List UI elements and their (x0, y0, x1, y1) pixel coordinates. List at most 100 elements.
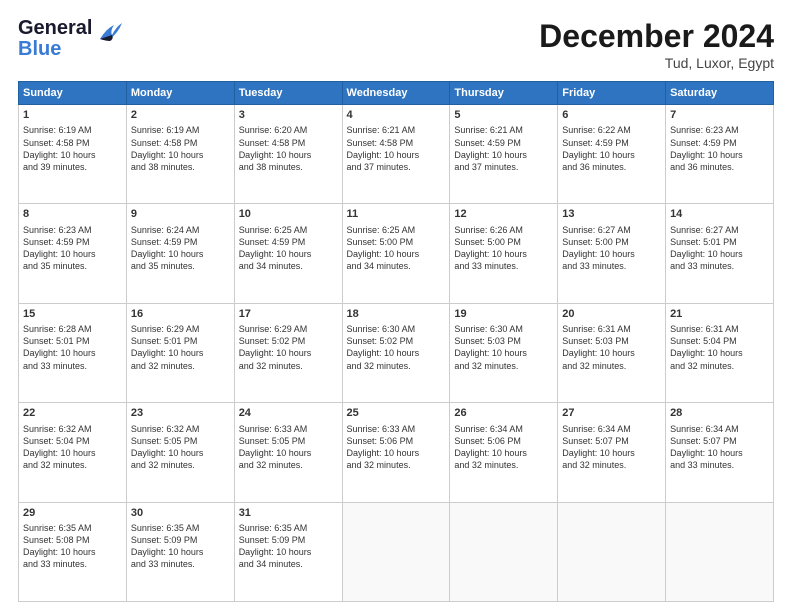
day-info: Sunrise: 6:27 AM Sunset: 5:00 PM Dayligh… (562, 224, 661, 273)
day-info: Sunrise: 6:31 AM Sunset: 5:03 PM Dayligh… (562, 323, 661, 372)
title-area: December 2024 Tud, Luxor, Egypt (539, 18, 774, 71)
day-info: Sunrise: 6:32 AM Sunset: 5:05 PM Dayligh… (131, 423, 230, 472)
calendar-cell: 13 Sunrise: 6:27 AM Sunset: 5:00 PM Dayli… (558, 204, 666, 303)
calendar-cell: 3Sunrise: 6:20 AM Sunset: 4:58 PM Daylig… (234, 105, 342, 204)
day-number: 8 (23, 207, 122, 222)
header-sunday: Sunday (19, 82, 127, 105)
day-number: 23 (131, 406, 230, 421)
calendar-cell: 16Sunrise: 6:29 AM Sunset: 5:01 PM Dayli… (126, 303, 234, 402)
calendar-cell: 22 Sunrise: 6:32 AM Sunset: 5:04 PM Dayli… (19, 403, 127, 502)
day-info: Sunrise: 6:19 AM Sunset: 4:58 PM Dayligh… (23, 124, 122, 173)
day-number: 4 (347, 108, 446, 123)
calendar-header: Sunday Monday Tuesday Wednesday Thursday… (19, 82, 774, 105)
day-number: 18 (347, 307, 446, 322)
header-friday: Friday (558, 82, 666, 105)
day-number: 9 (131, 207, 230, 222)
day-number: 21 (670, 307, 769, 322)
day-info: Sunrise: 6:33 AM Sunset: 5:05 PM Dayligh… (239, 423, 338, 472)
header: General Blue December 2024 Tud, Luxor, E… (18, 18, 774, 71)
day-info: Sunrise: 6:23 AM Sunset: 4:59 PM Dayligh… (23, 224, 122, 273)
day-number: 22 (23, 406, 122, 421)
header-monday: Monday (126, 82, 234, 105)
calendar-cell (666, 502, 774, 601)
logo-icon (96, 21, 124, 48)
day-number: 7 (670, 108, 769, 123)
day-info: Sunrise: 6:21 AM Sunset: 4:59 PM Dayligh… (454, 124, 553, 173)
calendar-cell: 29Sunrise: 6:35 AM Sunset: 5:08 PM Dayli… (19, 502, 127, 601)
calendar-cell: 1Sunrise: 6:19 AM Sunset: 4:58 PM Daylig… (19, 105, 127, 204)
day-number: 20 (562, 307, 661, 322)
calendar-cell: 14 Sunrise: 6:27 AM Sunset: 5:01 PM Dayli… (666, 204, 774, 303)
header-thursday: Thursday (450, 82, 558, 105)
day-info: Sunrise: 6:30 AM Sunset: 5:02 PM Dayligh… (347, 323, 446, 372)
calendar-week-1: 1Sunrise: 6:19 AM Sunset: 4:58 PM Daylig… (19, 105, 774, 204)
day-info: Sunrise: 6:34 AM Sunset: 5:06 PM Dayligh… (454, 423, 553, 472)
day-info: Sunrise: 6:23 AM Sunset: 4:59 PM Dayligh… (670, 124, 769, 173)
calendar-cell (342, 502, 450, 601)
calendar-cell (558, 502, 666, 601)
logo-line1: General (18, 18, 92, 39)
day-number: 13 (562, 207, 661, 222)
day-number: 10 (239, 207, 338, 222)
day-number: 27 (562, 406, 661, 421)
day-number: 14 (670, 207, 769, 222)
calendar-cell: 11 Sunrise: 6:25 AM Sunset: 5:00 PM Dayli… (342, 204, 450, 303)
calendar-cell: 5Sunrise: 6:21 AM Sunset: 4:59 PM Daylig… (450, 105, 558, 204)
calendar-cell: 21Sunrise: 6:31 AM Sunset: 5:04 PM Dayli… (666, 303, 774, 402)
calendar-cell: 20Sunrise: 6:31 AM Sunset: 5:03 PM Dayli… (558, 303, 666, 402)
day-number: 30 (131, 506, 230, 521)
day-info: Sunrise: 6:32 AM Sunset: 5:04 PM Dayligh… (23, 423, 122, 472)
day-info: Sunrise: 6:24 AM Sunset: 4:59 PM Dayligh… (131, 224, 230, 273)
day-info: Sunrise: 6:26 AM Sunset: 5:00 PM Dayligh… (454, 224, 553, 273)
calendar-table: Sunday Monday Tuesday Wednesday Thursday… (18, 81, 774, 602)
header-tuesday: Tuesday (234, 82, 342, 105)
day-info: Sunrise: 6:28 AM Sunset: 5:01 PM Dayligh… (23, 323, 122, 372)
day-info: Sunrise: 6:35 AM Sunset: 5:09 PM Dayligh… (239, 522, 338, 571)
calendar-cell: 23 Sunrise: 6:32 AM Sunset: 5:05 PM Dayli… (126, 403, 234, 502)
calendar-cell: 31Sunrise: 6:35 AM Sunset: 5:09 PM Dayli… (234, 502, 342, 601)
calendar-week-4: 22 Sunrise: 6:32 AM Sunset: 5:04 PM Dayli… (19, 403, 774, 502)
calendar-cell: 26 Sunrise: 6:34 AM Sunset: 5:06 PM Dayli… (450, 403, 558, 502)
calendar-cell: 8 Sunrise: 6:23 AM Sunset: 4:59 PM Daylig… (19, 204, 127, 303)
calendar-cell: 24Sunrise: 6:33 AM Sunset: 5:05 PM Dayli… (234, 403, 342, 502)
calendar-cell: 28Sunrise: 6:34 AM Sunset: 5:07 PM Dayli… (666, 403, 774, 502)
day-info: Sunrise: 6:25 AM Sunset: 5:00 PM Dayligh… (347, 224, 446, 273)
day-number: 26 (454, 406, 553, 421)
main-title: December 2024 (539, 18, 774, 55)
day-info: Sunrise: 6:27 AM Sunset: 5:01 PM Dayligh… (670, 224, 769, 273)
day-number: 6 (562, 108, 661, 123)
calendar-cell: 17Sunrise: 6:29 AM Sunset: 5:02 PM Dayli… (234, 303, 342, 402)
calendar-cell: 30Sunrise: 6:35 AM Sunset: 5:09 PM Dayli… (126, 502, 234, 601)
day-number: 15 (23, 307, 122, 322)
day-number: 29 (23, 506, 122, 521)
day-info: Sunrise: 6:30 AM Sunset: 5:03 PM Dayligh… (454, 323, 553, 372)
calendar-week-2: 8 Sunrise: 6:23 AM Sunset: 4:59 PM Daylig… (19, 204, 774, 303)
logo-line2: Blue (18, 39, 92, 60)
day-number: 25 (347, 406, 446, 421)
weekday-header-row: Sunday Monday Tuesday Wednesday Thursday… (19, 82, 774, 105)
calendar-cell: 19Sunrise: 6:30 AM Sunset: 5:03 PM Dayli… (450, 303, 558, 402)
calendar-cell: 6Sunrise: 6:22 AM Sunset: 4:59 PM Daylig… (558, 105, 666, 204)
day-info: Sunrise: 6:22 AM Sunset: 4:59 PM Dayligh… (562, 124, 661, 173)
day-number: 16 (131, 307, 230, 322)
calendar-body: 1Sunrise: 6:19 AM Sunset: 4:58 PM Daylig… (19, 105, 774, 602)
calendar-cell: 10 Sunrise: 6:25 AM Sunset: 4:59 PM Dayli… (234, 204, 342, 303)
calendar-cell: 12 Sunrise: 6:26 AM Sunset: 5:00 PM Dayli… (450, 204, 558, 303)
calendar-cell: 4Sunrise: 6:21 AM Sunset: 4:58 PM Daylig… (342, 105, 450, 204)
day-info: Sunrise: 6:19 AM Sunset: 4:58 PM Dayligh… (131, 124, 230, 173)
day-number: 11 (347, 207, 446, 222)
day-info: Sunrise: 6:29 AM Sunset: 5:01 PM Dayligh… (131, 323, 230, 372)
day-number: 12 (454, 207, 553, 222)
logo: General Blue (18, 18, 124, 60)
subtitle: Tud, Luxor, Egypt (539, 55, 774, 71)
day-info: Sunrise: 6:35 AM Sunset: 5:08 PM Dayligh… (23, 522, 122, 571)
day-info: Sunrise: 6:34 AM Sunset: 5:07 PM Dayligh… (562, 423, 661, 472)
day-info: Sunrise: 6:21 AM Sunset: 4:58 PM Dayligh… (347, 124, 446, 173)
calendar-cell: 9 Sunrise: 6:24 AM Sunset: 4:59 PM Daylig… (126, 204, 234, 303)
day-number: 17 (239, 307, 338, 322)
day-info: Sunrise: 6:25 AM Sunset: 4:59 PM Dayligh… (239, 224, 338, 273)
calendar-week-3: 15Sunrise: 6:28 AM Sunset: 5:01 PM Dayli… (19, 303, 774, 402)
page: General Blue December 2024 Tud, Luxor, E… (0, 0, 792, 612)
day-number: 28 (670, 406, 769, 421)
day-info: Sunrise: 6:33 AM Sunset: 5:06 PM Dayligh… (347, 423, 446, 472)
